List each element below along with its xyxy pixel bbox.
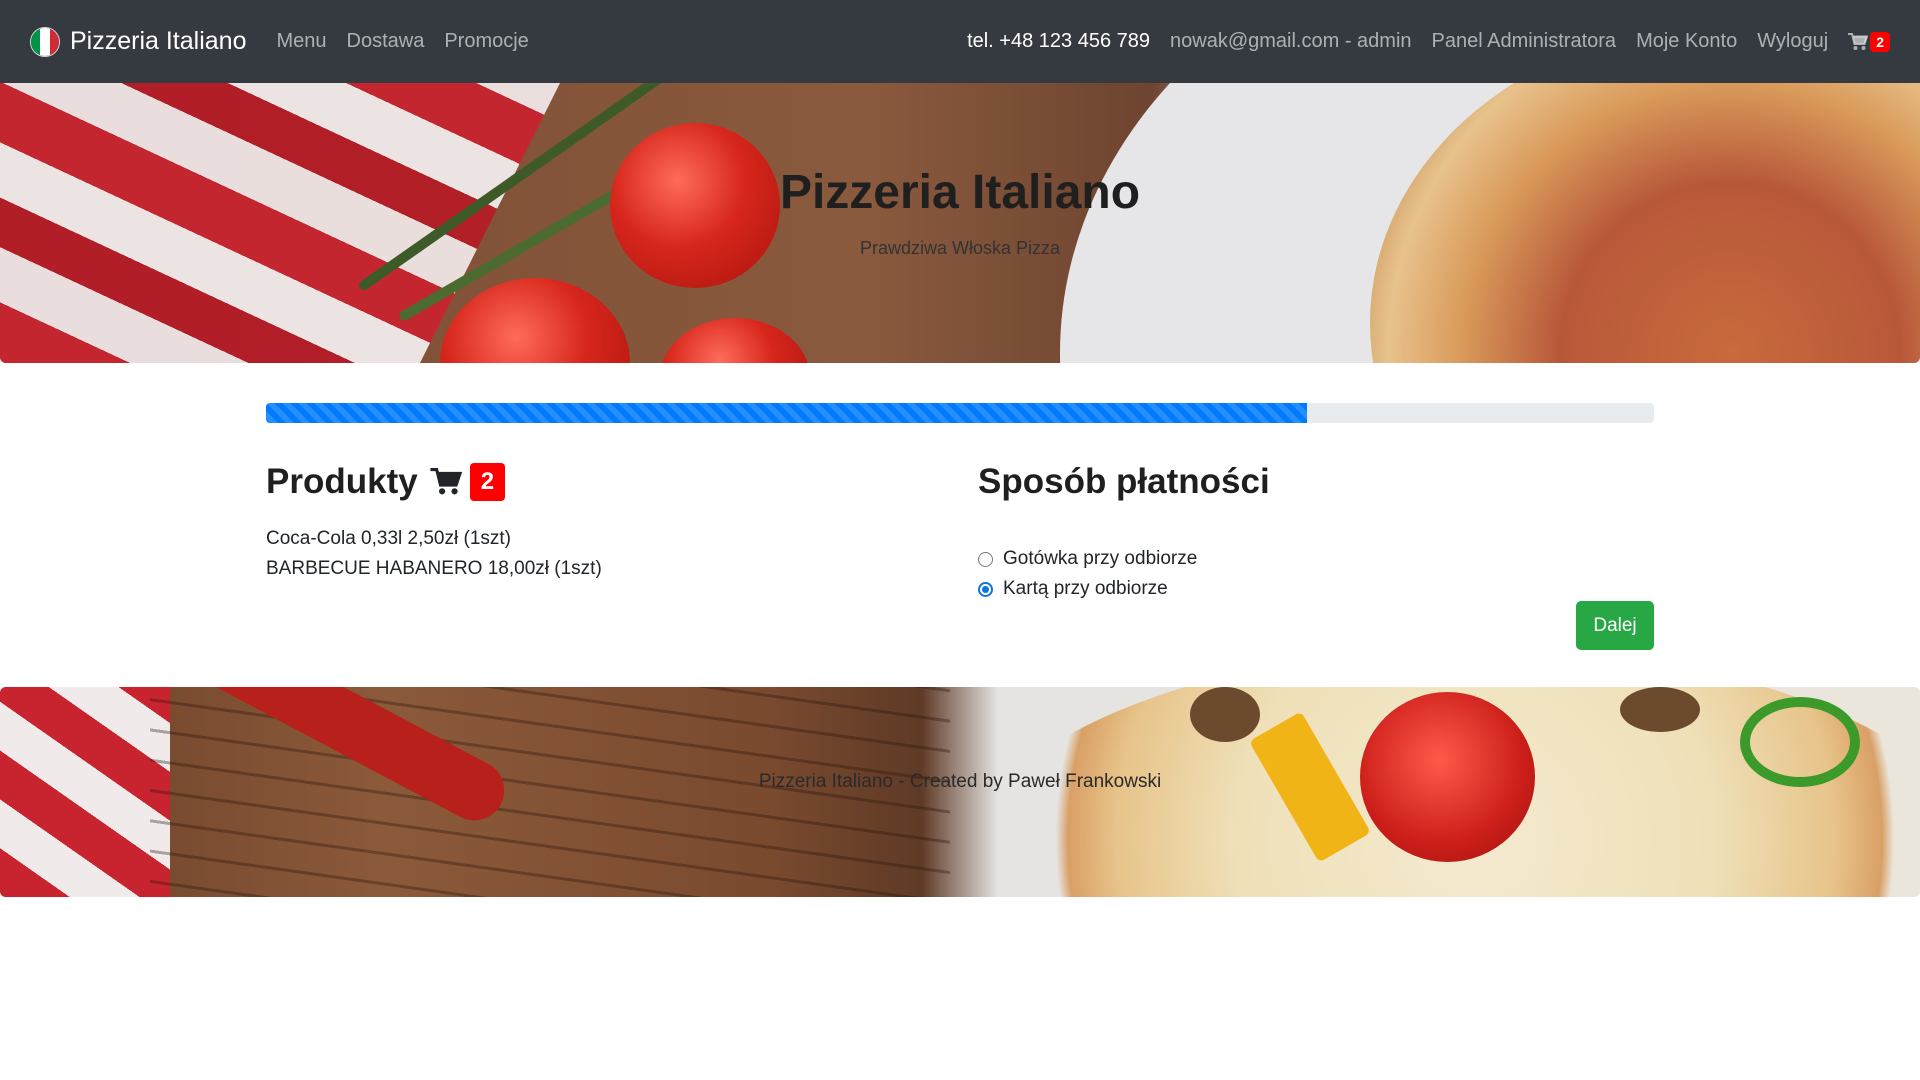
- italian-flag-icon: [30, 26, 60, 57]
- products-heading-text: Produkty: [266, 462, 418, 501]
- cart-count-badge: 2: [1870, 31, 1890, 52]
- payment-option-card[interactable]: Kartą przy odbiorze: [978, 574, 1654, 604]
- nav-left-links: Menu Dostawa Promocje: [266, 30, 538, 53]
- payment-option-label: Kartą przy odbiorze: [1003, 578, 1168, 599]
- products-heading: Produkty 2: [266, 460, 946, 504]
- top-navbar: Pizzeria Italiano Menu Dostawa Promocje …: [0, 0, 1920, 83]
- brand-link[interactable]: Pizzeria Italiano: [30, 26, 247, 57]
- nav-link-menu[interactable]: Menu: [266, 30, 336, 53]
- user-email-link[interactable]: nowak@gmail.com - admin: [1160, 30, 1422, 53]
- list-item: BARBECUE HABANERO 18,00zł (1szt): [266, 558, 602, 579]
- nav-right-links: tel. +48 123 456 789 nowak@gmail.com - a…: [957, 30, 1890, 53]
- hero-banner: Pizzeria Italiano Prawdziwa Włoska Pizza: [0, 83, 1920, 363]
- brand-name: Pizzeria Italiano: [70, 27, 247, 55]
- admin-panel-link[interactable]: Panel Administratora: [1422, 30, 1627, 53]
- hero-subtitle: Prawdziwa Włoska Pizza: [859, 238, 1061, 258]
- payment-options: Gotówka przy odbiorze Kartą przy odbiorz…: [978, 544, 1654, 604]
- footer-credits: Pizzeria Italiano - Created by Paweł Fra…: [758, 771, 1162, 792]
- page-footer: Pizzeria Italiano - Created by Paweł Fra…: [0, 687, 1920, 897]
- shopping-cart-icon: [1848, 32, 1869, 50]
- products-count-badge: 2: [469, 463, 506, 501]
- product-list: Coca-Cola 0,33l 2,50zł (1szt) BARBECUE H…: [266, 524, 946, 584]
- payment-option-cash[interactable]: Gotówka przy odbiorze: [978, 544, 1654, 574]
- logout-link[interactable]: Wyloguj: [1747, 30, 1838, 53]
- next-button[interactable]: Dalej: [1576, 601, 1654, 650]
- footer-topping-decoration: [1620, 687, 1700, 732]
- nav-cart-button[interactable]: 2: [1838, 31, 1890, 52]
- my-account-link[interactable]: Moje Konto: [1626, 30, 1747, 53]
- radio-card[interactable]: [978, 581, 993, 597]
- nav-link-promotions[interactable]: Promocje: [434, 30, 538, 53]
- phone-number: tel. +48 123 456 789: [967, 30, 1151, 52]
- payment-option-label: Gotówka przy odbiorze: [1003, 548, 1198, 569]
- shopping-cart-icon: [430, 468, 462, 495]
- hero-tomato-decoration: [440, 278, 630, 363]
- payment-section: Sposób płatności Gotówka przy odbiorze K…: [978, 460, 1654, 604]
- products-section: Produkty 2 Coca-Cola 0,33l 2,50zł (1szt)…: [266, 460, 946, 584]
- list-item: Coca-Cola 0,33l 2,50zł (1szt): [266, 528, 511, 549]
- checkout-progress-bar: [266, 403, 1307, 423]
- hero-tomato-decoration: [660, 318, 810, 363]
- footer-topping-decoration: [1190, 687, 1260, 742]
- checkout-progress: [266, 403, 1654, 423]
- radio-cash[interactable]: [978, 551, 993, 567]
- hero-title: Pizzeria Italiano: [779, 166, 1141, 219]
- nav-link-delivery[interactable]: Dostawa: [337, 30, 435, 53]
- payment-heading: Sposób płatności: [978, 462, 1270, 501]
